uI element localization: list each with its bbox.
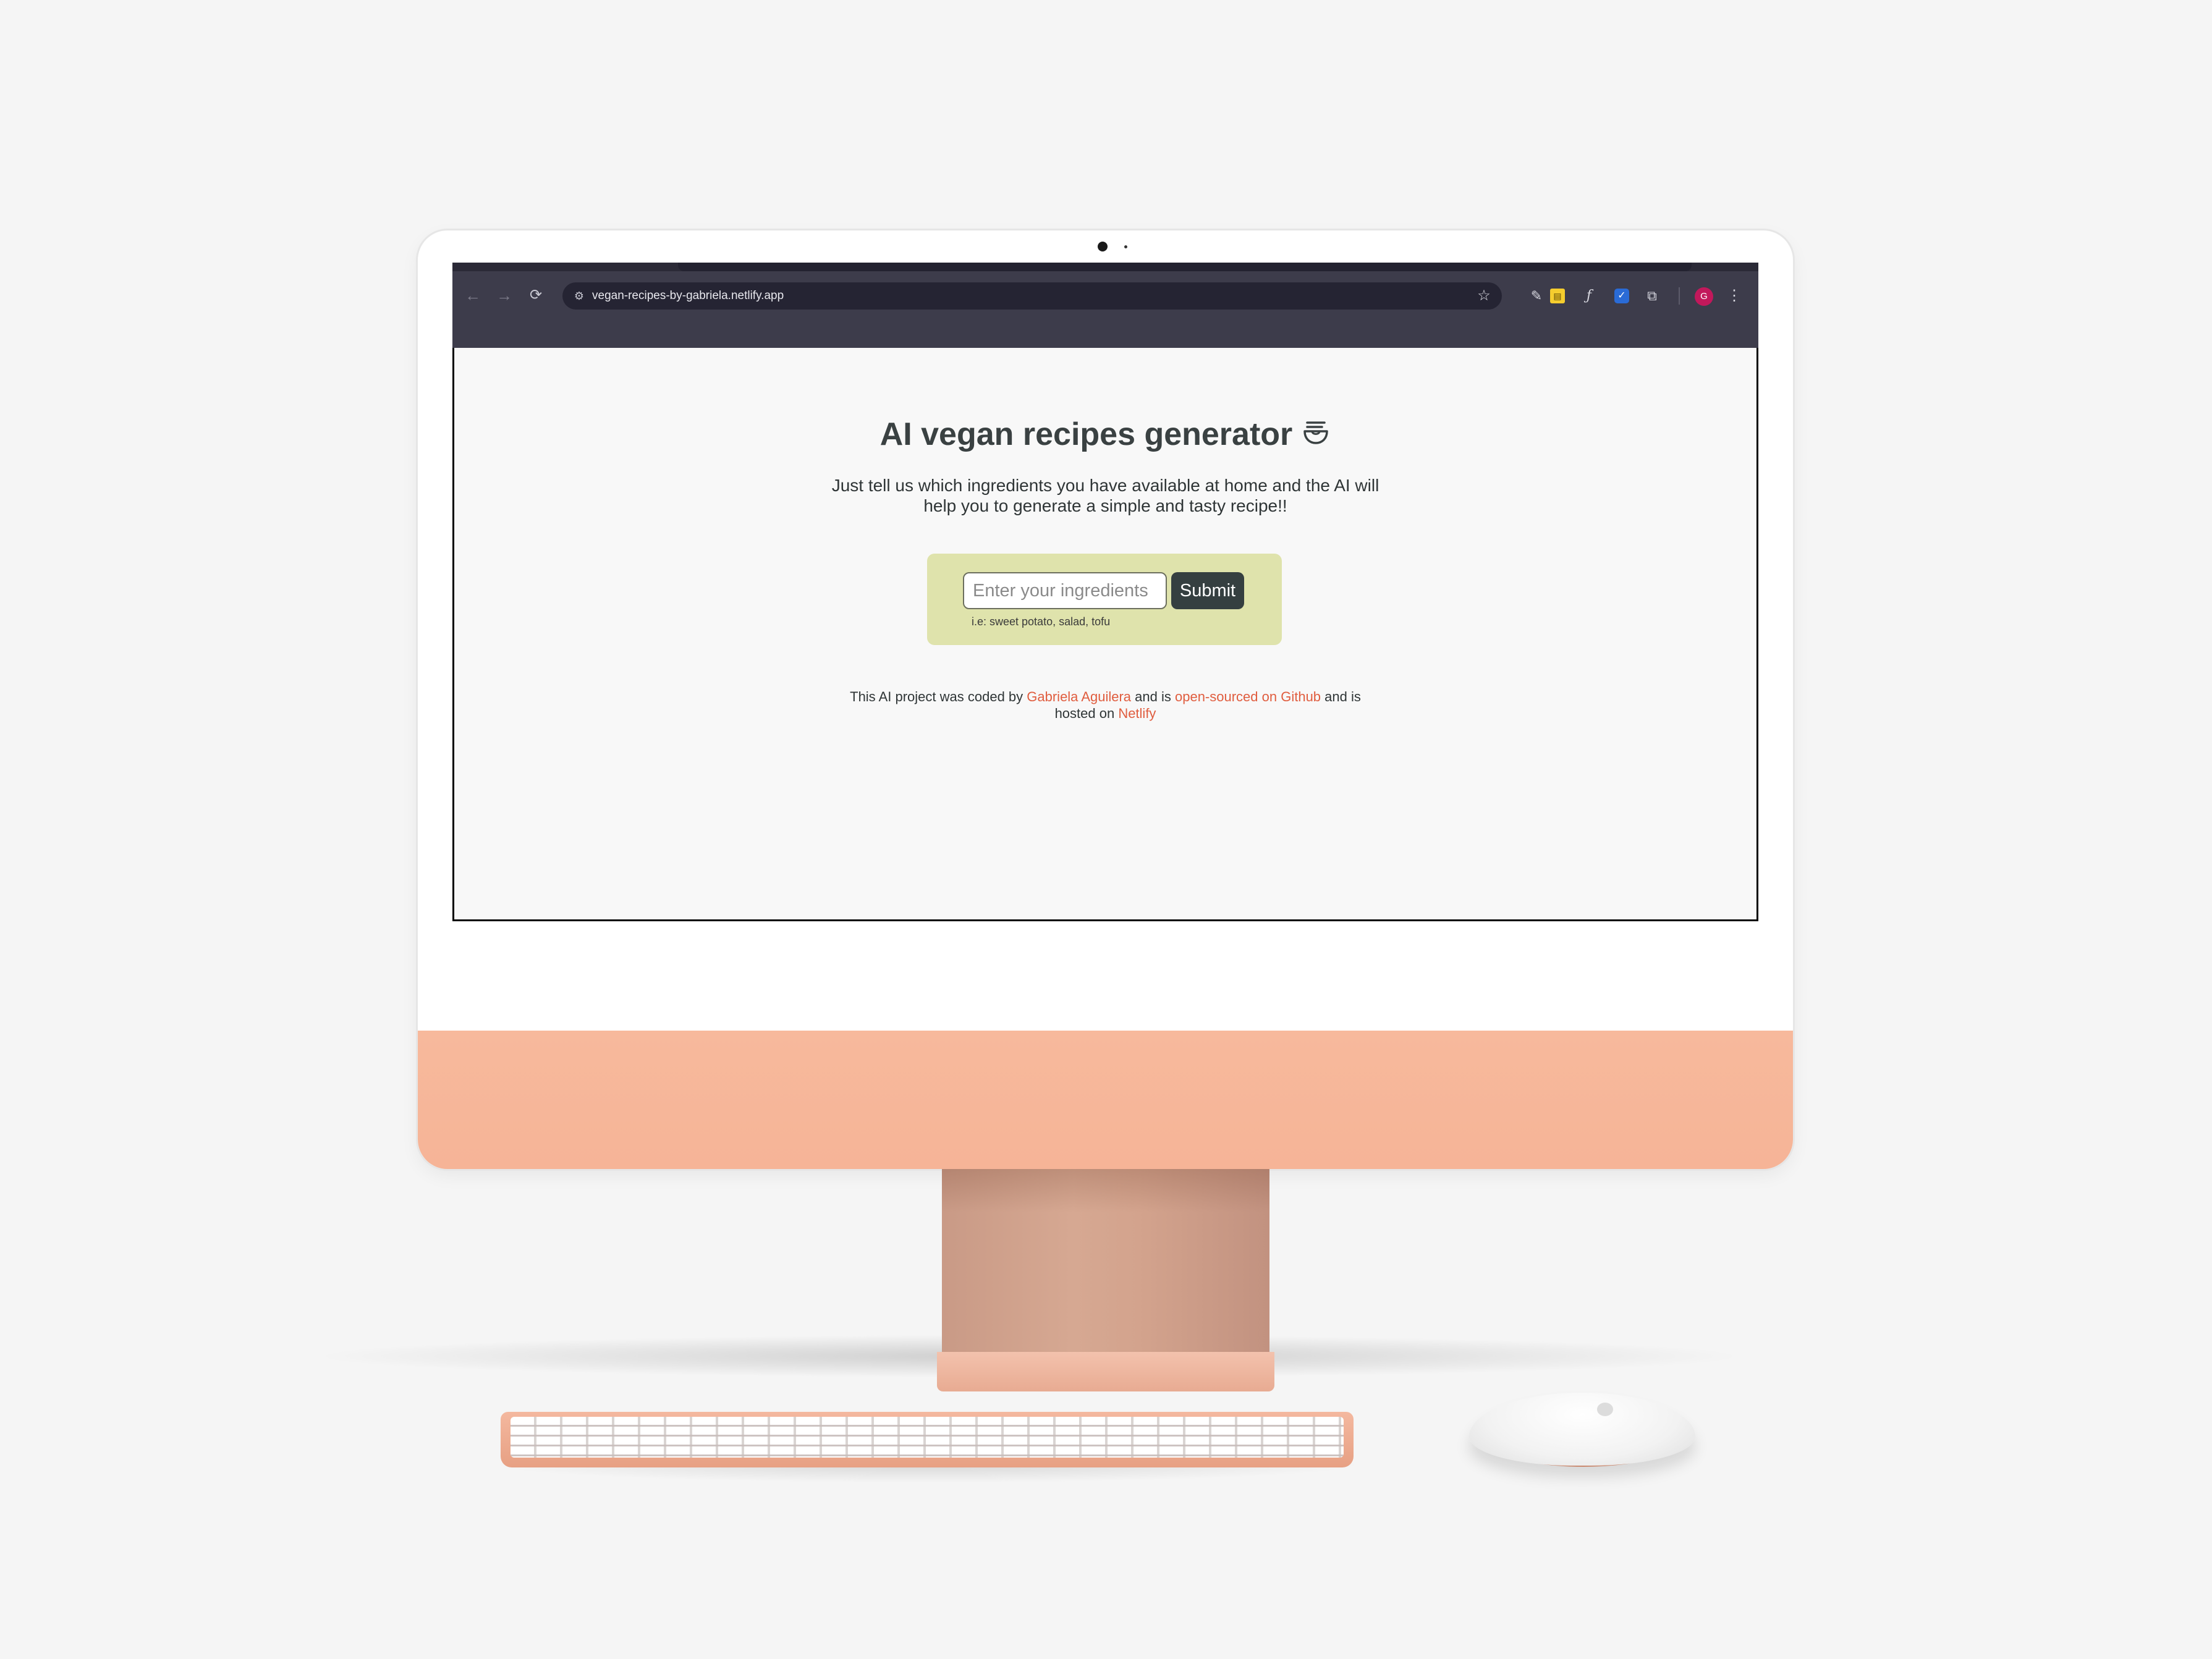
kebab-menu-icon[interactable]: ⋮ <box>1723 284 1746 308</box>
eyedropper-icon[interactable]: ✎ <box>1525 284 1548 308</box>
ingredients-form: Submit i.e: sweet potato, salad, tofu <box>927 554 1282 645</box>
ingredients-hint: i.e: sweet potato, salad, tofu <box>972 615 1111 628</box>
imac-monitor: ← → ⟳ ⚙ vegan-recipes-by-gabriela.netlif… <box>418 230 1793 1169</box>
ingredients-input[interactable] <box>963 572 1167 609</box>
bowl-icon <box>1303 421 1329 444</box>
checkmark-icon[interactable]: ✓ <box>1614 289 1629 303</box>
tune-icon[interactable]: ⚙ <box>570 282 588 310</box>
sticky-note-icon[interactable]: ▤ <box>1550 289 1565 303</box>
page-title: AI vegan recipes generator <box>454 416 1756 453</box>
address-url[interactable]: vegan-recipes-by-gabriela.netlify.app <box>592 282 784 310</box>
footer-text-1: This AI project was coded by <box>850 689 1027 704</box>
camera-indicator <box>1124 245 1127 248</box>
back-icon[interactable]: ← <box>462 285 483 306</box>
forward-icon[interactable]: → <box>494 285 515 306</box>
function-icon[interactable]: ƒ <box>1577 284 1601 308</box>
star-icon[interactable]: ☆ <box>1475 282 1493 310</box>
footer-text-2: and is <box>1131 689 1175 704</box>
camera-icon <box>1098 242 1108 251</box>
web-page: AI vegan recipes generator Just tell us … <box>454 348 1756 919</box>
submit-button[interactable]: Submit <box>1171 572 1244 609</box>
monitor-chin <box>418 1031 1793 1169</box>
stand-neck-shadow <box>942 1169 1269 1212</box>
magic-mouse <box>1469 1393 1695 1466</box>
reload-icon[interactable]: ⟳ <box>525 285 546 306</box>
page-title-text: AI vegan recipes generator <box>879 416 1293 452</box>
screen: ← → ⟳ ⚙ vegan-recipes-by-gabriela.netlif… <box>452 263 1758 921</box>
github-link[interactable]: open-sourced on Github <box>1175 689 1321 704</box>
address-bar[interactable]: ⚙ vegan-recipes-by-gabriela.netlify.app … <box>562 282 1502 310</box>
active-tab[interactable] <box>678 263 1692 271</box>
profile-avatar[interactable]: G <box>1695 287 1713 306</box>
keyboard-key-rows <box>511 1417 1344 1458</box>
keyboard <box>501 1412 1354 1467</box>
page-subtitle: Just tell us which ingredients you have … <box>831 476 1379 515</box>
toolbar-divider <box>1679 287 1680 305</box>
puzzle-icon[interactable]: ⧉ <box>1640 284 1664 308</box>
author-link[interactable]: Gabriela Aguilera <box>1027 689 1131 704</box>
apple-logo-icon <box>1597 1403 1613 1416</box>
stand-foot <box>937 1352 1274 1391</box>
page-footer: This AI project was coded by Gabriela Ag… <box>831 688 1379 722</box>
browser-toolbar: ← → ⟳ ⚙ vegan-recipes-by-gabriela.netlif… <box>452 263 1758 348</box>
netlify-link[interactable]: Netlify <box>1118 706 1156 721</box>
